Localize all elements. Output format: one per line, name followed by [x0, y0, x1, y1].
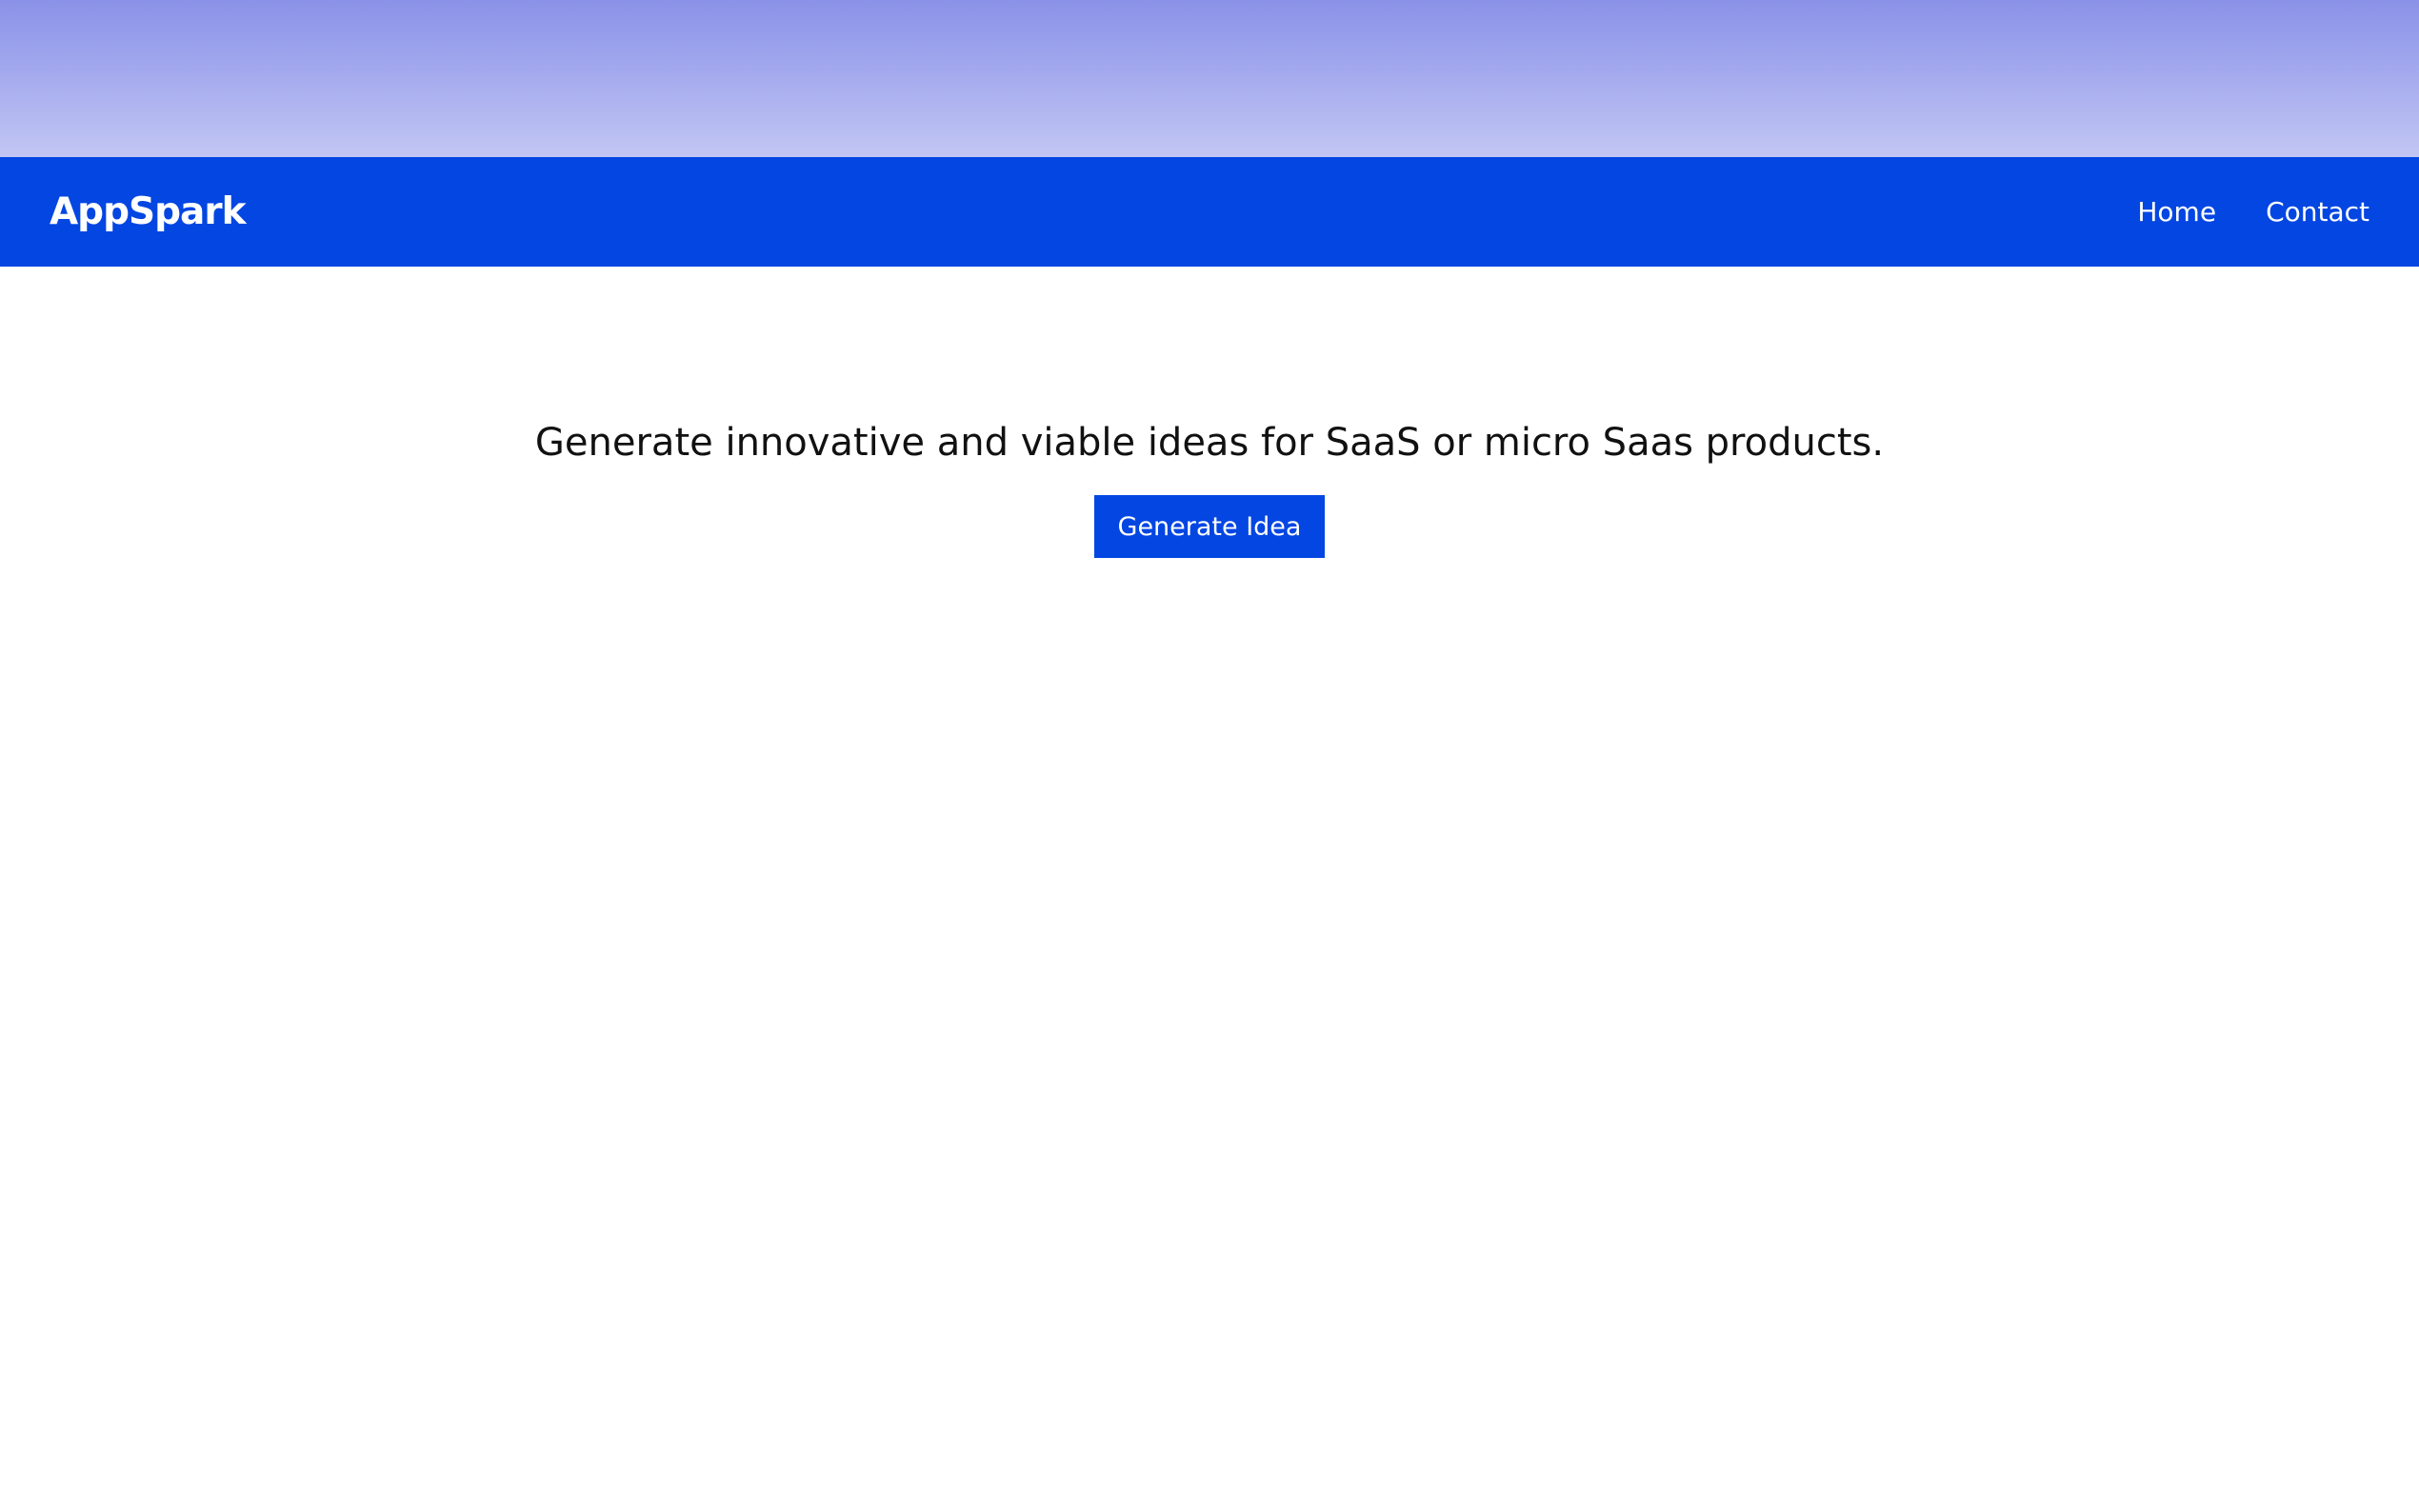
generate-idea-button[interactable]: Generate Idea [1094, 495, 1325, 558]
brand-logo-link[interactable]: AppSpark [50, 190, 247, 233]
page: AppSpark Home Contact Generate innovativ… [0, 0, 2419, 1512]
top-gradient-banner [0, 0, 2419, 157]
main-content: Generate innovative and viable ideas for… [0, 267, 2419, 558]
nav-link-home[interactable]: Home [2137, 196, 2216, 228]
nav-link-contact[interactable]: Contact [2266, 196, 2369, 228]
tagline: Generate innovative and viable ideas for… [534, 421, 1885, 465]
navbar: AppSpark Home Contact [0, 157, 2419, 267]
nav-links: Home Contact [2137, 196, 2369, 228]
